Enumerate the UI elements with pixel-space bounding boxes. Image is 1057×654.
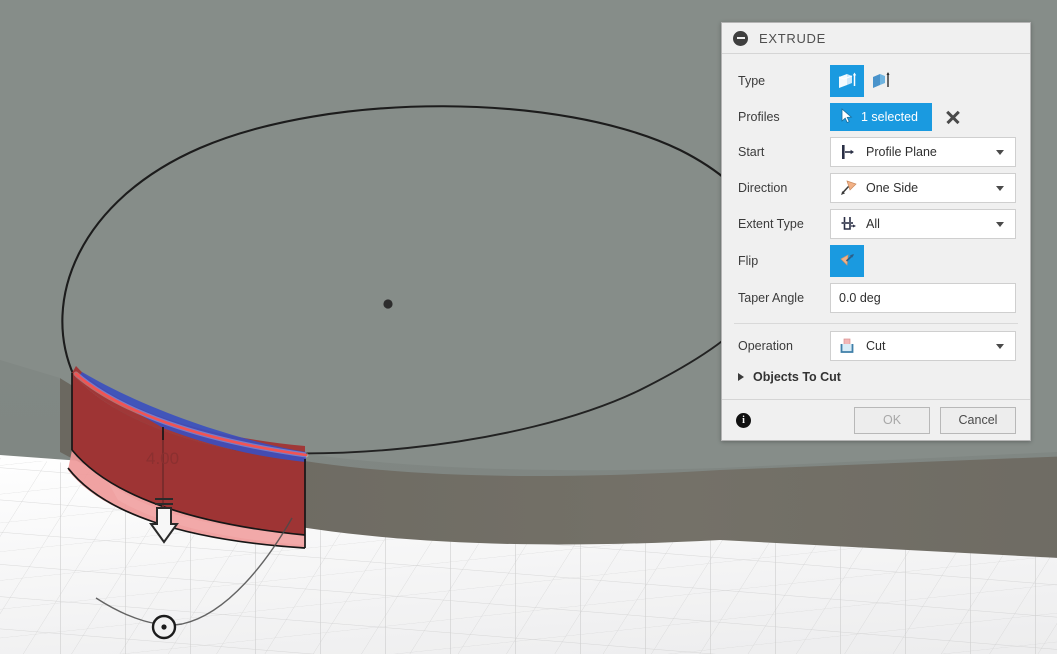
row-extent-type: Extent Type All — [722, 206, 1030, 242]
direction-value: One Side — [866, 181, 919, 195]
minus-circle-icon[interactable] — [733, 30, 748, 46]
extent-type-value: All — [866, 217, 880, 231]
chevron-down-icon[interactable] — [996, 343, 1004, 349]
direction-label: Direction — [738, 181, 788, 195]
start-value: Profile Plane — [866, 145, 937, 159]
extent-all-icon — [839, 214, 859, 234]
flip-arrow-icon[interactable] — [830, 245, 864, 277]
profile-plane-icon — [839, 142, 859, 162]
taper-angle-label: Taper Angle — [738, 291, 805, 305]
chevron-right-icon — [738, 373, 744, 381]
ok-button[interactable]: OK — [854, 406, 930, 434]
operation-dropdown[interactable]: Cut — [830, 331, 1016, 361]
one-side-arrow-icon — [839, 178, 859, 198]
profiles-select-button[interactable]: 1 selected — [830, 103, 932, 131]
dialog-body: Type Profiles 1 selected Start Profile P… — [722, 54, 1030, 399]
info-icon[interactable]: i — [736, 412, 751, 428]
cursor-arrow-icon — [840, 107, 854, 127]
objects-to-cut-expander[interactable]: Objects To Cut — [722, 364, 1030, 393]
extrude-dialog[interactable]: EXTRUDE Type Profiles 1 selected Start P… — [721, 22, 1031, 441]
center-origin-dot — [383, 299, 393, 309]
dialog-title: EXTRUDE — [759, 30, 827, 46]
operation-value: Cut — [866, 339, 886, 353]
row-profiles: Profiles 1 selected — [722, 100, 1030, 134]
start-dropdown[interactable]: Profile Plane — [830, 137, 1016, 167]
row-flip: Flip — [722, 242, 1030, 280]
origin-drag-point[interactable] — [151, 614, 177, 640]
chevron-down-icon[interactable] — [996, 149, 1004, 155]
profiles-label: Profiles — [738, 110, 780, 124]
dimension-label[interactable]: 4.00 — [146, 449, 179, 468]
cancel-button[interactable]: Cancel — [940, 406, 1016, 434]
row-operation: Operation Cut — [722, 328, 1030, 364]
dialog-footer: i OK Cancel — [722, 399, 1030, 440]
clear-x-icon[interactable] — [944, 108, 962, 126]
extrude-profile-icon[interactable] — [830, 65, 864, 97]
extrude-two-sides-icon[interactable] — [864, 65, 898, 97]
profiles-count-label: 1 selected — [861, 110, 918, 124]
direction-dropdown[interactable]: One Side — [830, 173, 1016, 203]
taper-angle-input[interactable]: 0.0 deg — [830, 283, 1016, 313]
cut-operation-icon — [839, 336, 859, 356]
dialog-title-bar[interactable]: EXTRUDE — [722, 23, 1030, 54]
chevron-down-icon[interactable] — [996, 221, 1004, 227]
row-type: Type — [722, 62, 1030, 100]
row-taper-angle: Taper Angle 0.0 deg — [722, 280, 1030, 316]
chevron-down-icon[interactable] — [996, 185, 1004, 191]
flip-label: Flip — [738, 254, 759, 268]
row-start: Start Profile Plane — [722, 134, 1030, 170]
extent-type-dropdown[interactable]: All — [830, 209, 1016, 239]
row-direction: Direction One Side — [722, 170, 1030, 206]
objects-to-cut-label: Objects To Cut — [753, 370, 841, 384]
extent-type-label: Extent Type — [738, 217, 804, 231]
start-label: Start — [738, 145, 765, 159]
operation-label: Operation — [738, 339, 793, 353]
section-divider — [734, 323, 1018, 324]
type-label: Type — [738, 74, 766, 88]
